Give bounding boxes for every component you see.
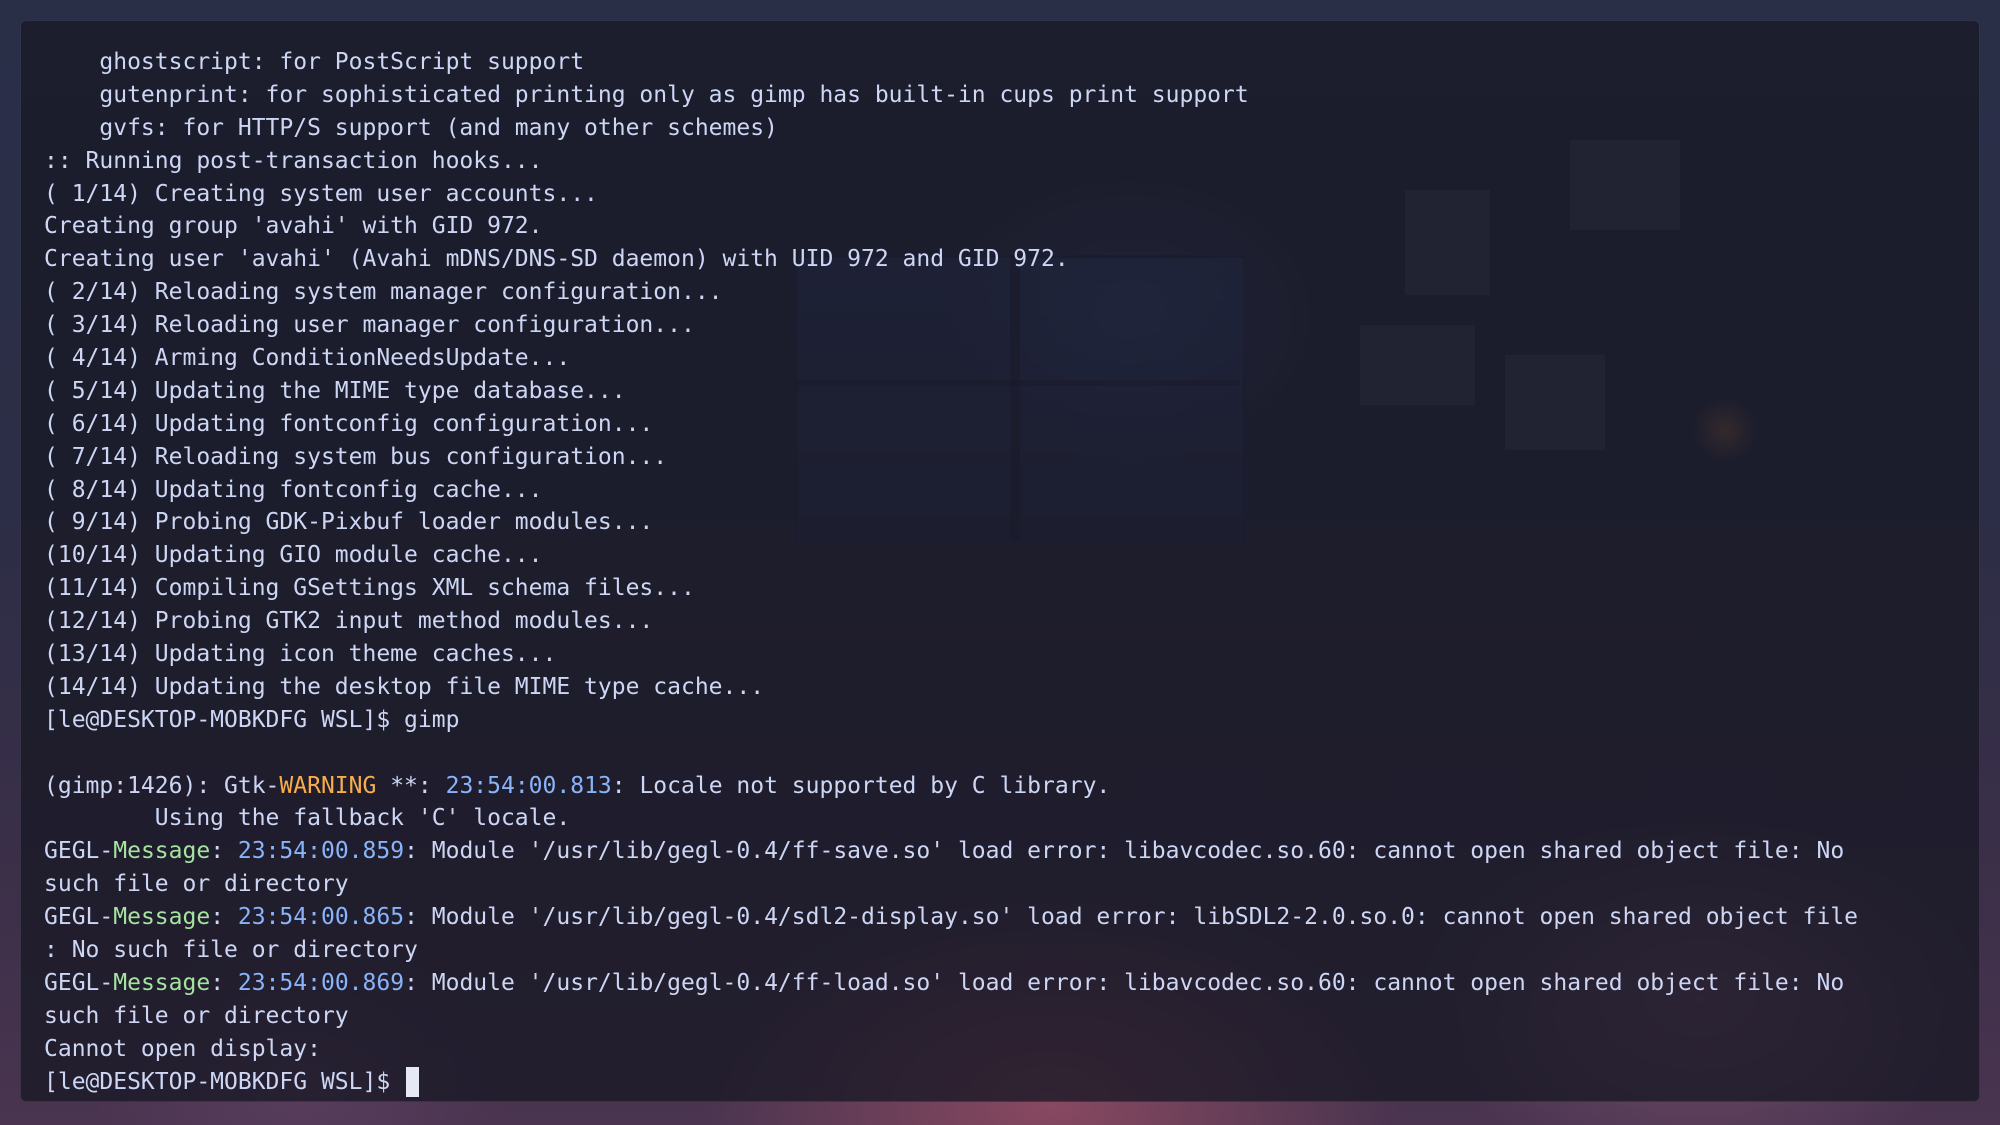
terminal-line: (14/14) Updating the desktop file MIME t… bbox=[44, 673, 765, 700]
terminal-line: ( 5/14) Updating the MIME type database.… bbox=[44, 377, 626, 404]
terminal-line: ( 4/14) Arming ConditionNeedsUpdate... bbox=[44, 345, 571, 372]
terminal-line: such file or directory bbox=[44, 871, 349, 898]
gegl-text: : Module '/usr/lib/gegl-0.4/ff-save.so' … bbox=[404, 838, 1845, 865]
gegl-message-line: GEGL-Message: 23:54:00.869: Module '/usr… bbox=[44, 967, 1994, 1000]
terminal-line: (11/14) Compiling GSettings XML schema f… bbox=[44, 575, 695, 602]
text-cursor[interactable] bbox=[406, 1067, 420, 1098]
warning-stars: **: bbox=[376, 772, 446, 799]
gegl-level: Message bbox=[113, 969, 211, 996]
gegl-timestamp: 23:54:00.865 bbox=[237, 904, 405, 931]
terminal-line: :: Running post-transaction hooks... bbox=[44, 147, 543, 174]
gegl-message-line: GEGL-Message: 23:54:00.859: Module '/usr… bbox=[44, 835, 1994, 868]
terminal-line: ( 7/14) Reloading system bus configurati… bbox=[44, 443, 668, 470]
terminal-line: gutenprint: for sophisticated printing o… bbox=[44, 81, 1249, 108]
terminal-line: [le@DESKTOP-MOBKDFG WSL]$ gimp bbox=[44, 706, 460, 733]
terminal-line: ( 8/14) Updating fontconfig cache... bbox=[44, 476, 543, 503]
gegl-prefix: GEGL- bbox=[44, 904, 114, 931]
gegl-timestamp: 23:54:00.869 bbox=[237, 969, 405, 996]
warning-text: : Locale not supported by C library. bbox=[611, 772, 1111, 799]
terminal-line: Cannot open display: bbox=[44, 1035, 321, 1062]
terminal-line: gvfs: for HTTP/S support (and many other… bbox=[44, 114, 778, 141]
terminal-line: ( 1/14) Creating system user accounts... bbox=[44, 180, 598, 207]
gegl-prefix: GEGL- bbox=[44, 838, 114, 865]
terminal-line: (10/14) Updating GIO module cache... bbox=[44, 542, 543, 569]
terminal-output: ghostscript: for PostScript support gute… bbox=[44, 46, 1994, 1099]
gegl-timestamp: 23:54:00.859 bbox=[237, 838, 405, 865]
terminal-line: ( 9/14) Probing GDK-Pixbuf loader module… bbox=[44, 509, 654, 536]
terminal-line: Using the fallback 'C' locale. bbox=[44, 805, 571, 832]
gegl-sep: : bbox=[210, 838, 238, 865]
gegl-sep: : bbox=[210, 904, 238, 931]
warning-prefix: (gimp:1426): Gtk- bbox=[44, 772, 280, 799]
gegl-text: : Module '/usr/lib/gegl-0.4/sdl2-display… bbox=[404, 904, 1859, 931]
terminal-line: Creating group 'avahi' with GID 972. bbox=[44, 213, 543, 240]
gegl-message-line: GEGL-Message: 23:54:00.865: Module '/usr… bbox=[44, 901, 1994, 934]
prompt-line[interactable]: [le@DESKTOP-MOBKDFG WSL]$ bbox=[44, 1066, 1994, 1099]
gegl-level: Message bbox=[113, 838, 211, 865]
shell-prompt: [le@DESKTOP-MOBKDFG WSL]$ bbox=[44, 1068, 405, 1095]
gegl-prefix: GEGL- bbox=[44, 969, 114, 996]
gegl-sep: : bbox=[210, 969, 238, 996]
warning-line: (gimp:1426): Gtk-WARNING **: 23:54:00.81… bbox=[44, 770, 1994, 803]
gegl-text: : Module '/usr/lib/gegl-0.4/ff-load.so' … bbox=[404, 969, 1845, 996]
gegl-level: Message bbox=[113, 904, 211, 931]
warning-level: WARNING bbox=[279, 772, 377, 799]
warning-timestamp: 23:54:00.813 bbox=[445, 772, 612, 799]
terminal-line: ghostscript: for PostScript support bbox=[44, 49, 585, 75]
terminal-line: such file or directory bbox=[44, 1002, 349, 1029]
terminal-line: Creating user 'avahi' (Avahi mDNS/DNS-SD… bbox=[44, 246, 1069, 273]
terminal-line: ( 6/14) Updating fontconfig configuratio… bbox=[44, 410, 654, 437]
terminal-line: ( 2/14) Reloading system manager configu… bbox=[44, 279, 723, 306]
terminal-window[interactable]: ghostscript: for PostScript support gute… bbox=[20, 20, 1980, 1102]
terminal-line: : No such file or directory bbox=[44, 937, 418, 964]
terminal-line: (12/14) Probing GTK2 input method module… bbox=[44, 608, 654, 635]
terminal-line: ( 3/14) Reloading user manager configura… bbox=[44, 312, 695, 339]
terminal-line: (13/14) Updating icon theme caches... bbox=[44, 641, 557, 668]
